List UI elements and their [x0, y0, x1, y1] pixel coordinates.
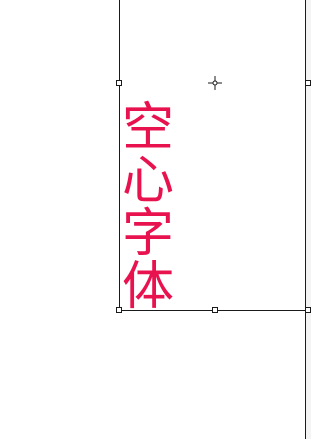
vertical-text-frame[interactable]: 空 心 字 体	[119, 102, 177, 314]
resize-handle-middle-right[interactable]	[305, 80, 311, 86]
page-boundary	[305, 0, 311, 439]
text-character-4: 体	[121, 257, 174, 317]
resize-handle-middle-left[interactable]	[116, 80, 122, 86]
resize-handle-bottom-center[interactable]	[212, 307, 218, 313]
text-character-2: 心	[121, 151, 174, 211]
reference-point-icon[interactable]	[208, 76, 222, 90]
text-character-1: 空	[121, 98, 174, 158]
text-character-3: 字	[121, 204, 174, 264]
document-canvas[interactable]: 空 心 字 体	[0, 0, 311, 439]
resize-handle-bottom-left[interactable]	[116, 307, 122, 313]
resize-handle-bottom-right[interactable]	[305, 307, 311, 313]
